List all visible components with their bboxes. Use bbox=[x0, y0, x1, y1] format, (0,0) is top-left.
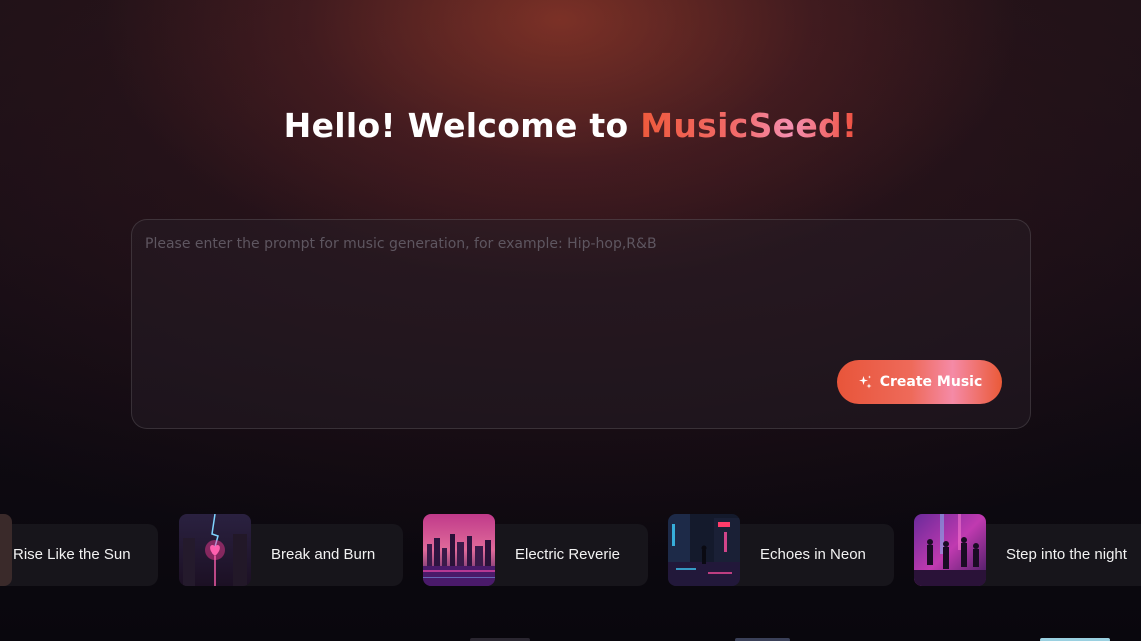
track-card-step-into-the-night[interactable]: Step into the night bbox=[914, 514, 1141, 586]
track-cover bbox=[179, 514, 251, 586]
track-card-electric-reverie[interactable]: Electric Reverie bbox=[423, 514, 648, 586]
track-card-break-and-burn[interactable]: Break and Burn bbox=[179, 514, 403, 586]
create-music-button[interactable]: Create Music bbox=[837, 360, 1002, 404]
track-title: Rise Like the Sun bbox=[13, 546, 131, 563]
track-title: Electric Reverie bbox=[515, 546, 621, 563]
prompt-input[interactable] bbox=[145, 236, 1015, 356]
create-music-label: Create Music bbox=[879, 374, 983, 390]
app-stage: Hello! Welcome to MusicSeed! Create Musi… bbox=[0, 0, 1141, 641]
track-title: Break and Burn bbox=[271, 546, 376, 563]
track-card-rise-like-the-sun[interactable]: Rise Like the Sun bbox=[0, 514, 158, 586]
track-cover bbox=[0, 514, 12, 586]
welcome-heading: Hello! Welcome to MusicSeed! bbox=[0, 106, 1141, 145]
track-title: Echoes in Neon bbox=[760, 546, 866, 563]
welcome-text: Hello! Welcome to bbox=[283, 106, 641, 145]
track-title: Step into the night bbox=[1006, 546, 1127, 563]
track-cover bbox=[914, 514, 986, 586]
prompt-panel: Create Music bbox=[131, 219, 1031, 429]
track-cover bbox=[423, 514, 495, 586]
brand-name: MusicSeed! bbox=[640, 106, 858, 145]
track-carousel: Rise Like the Sun Break and Burn Electri… bbox=[0, 514, 1141, 586]
track-cover bbox=[668, 514, 740, 586]
sparkle-icon bbox=[857, 374, 873, 390]
next-row-hint bbox=[0, 636, 1141, 641]
track-card-echoes-in-neon[interactable]: Echoes in Neon bbox=[668, 514, 894, 586]
